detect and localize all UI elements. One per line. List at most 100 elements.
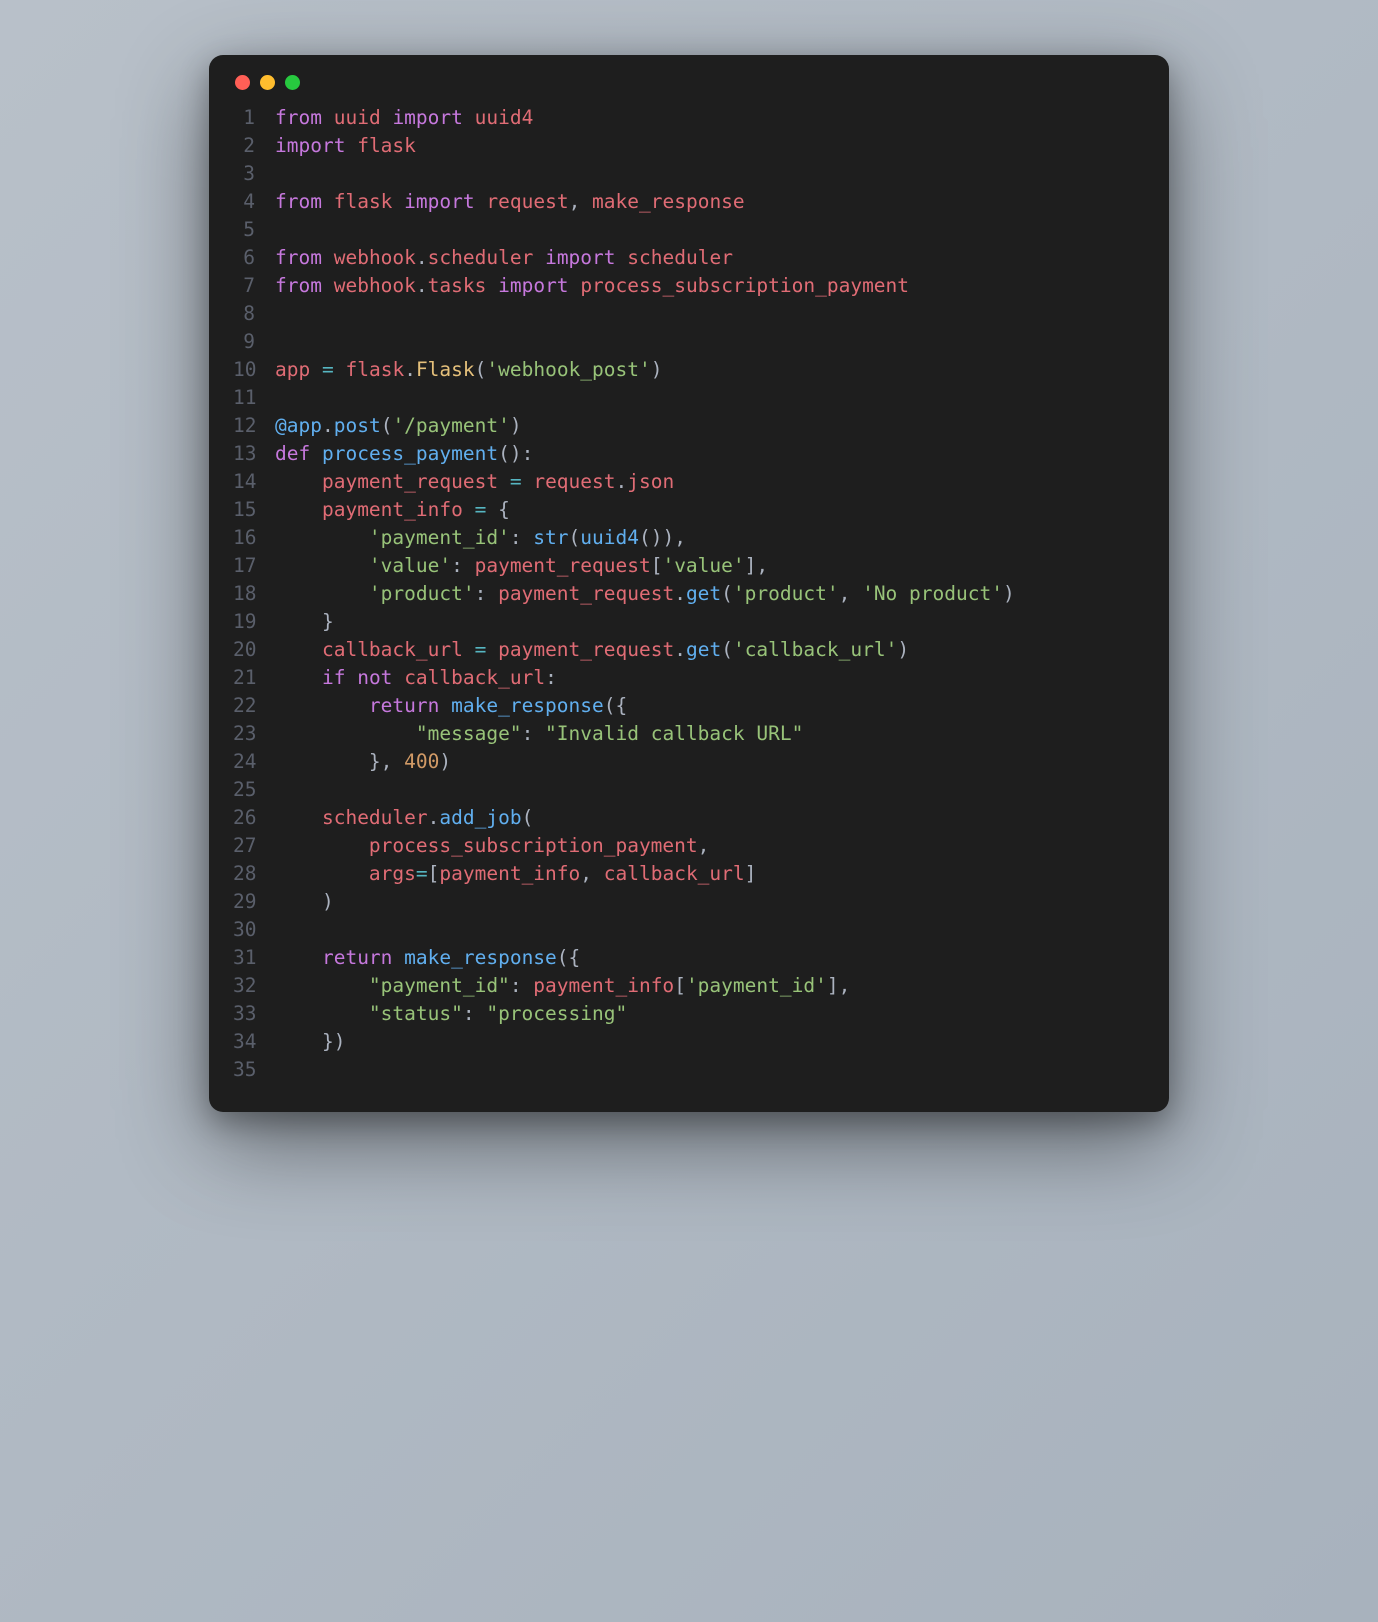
code-line[interactable]: 'payment_id': str(uuid4()), (275, 524, 1141, 552)
token: from (275, 246, 322, 269)
token: json (627, 470, 674, 493)
token (522, 470, 534, 493)
token: ( (569, 526, 581, 549)
token (392, 946, 404, 969)
token: 'value' (369, 554, 451, 577)
token: 'No product' (862, 582, 1003, 605)
code-line[interactable]: app = flask.Flask('webhook_post') (275, 356, 1141, 384)
code-line[interactable]: process_subscription_payment, (275, 832, 1141, 860)
code-line[interactable]: payment_request = request.json (275, 468, 1141, 496)
token: payment_request (498, 582, 674, 605)
code-content[interactable]: from uuid import uuid4import flask from … (275, 104, 1141, 1084)
token: scheduler (627, 246, 733, 269)
code-line[interactable]: "message": "Invalid callback URL" (275, 720, 1141, 748)
token: uuid4 (475, 106, 534, 129)
token (322, 190, 334, 213)
token: . (428, 806, 440, 829)
line-number: 32 (233, 972, 255, 1000)
line-number: 33 (233, 1000, 255, 1028)
token: ) (439, 750, 451, 773)
code-line[interactable]: payment_info = { (275, 496, 1141, 524)
token: "processing" (486, 1002, 627, 1025)
token: , (580, 862, 603, 885)
token: 'webhook_post' (486, 358, 650, 381)
token: "payment_id" (369, 974, 510, 997)
token: } (275, 610, 334, 633)
code-line[interactable]: from webhook.tasks import process_subscr… (275, 272, 1141, 300)
code-line[interactable]: "status": "processing" (275, 1000, 1141, 1028)
traffic-light-zoom[interactable] (285, 75, 300, 90)
code-line[interactable]: return make_response({ (275, 944, 1141, 972)
code-line[interactable]: } (275, 608, 1141, 636)
token: not (357, 666, 392, 689)
code-line[interactable]: }) (275, 1028, 1141, 1056)
token: 'product' (369, 582, 475, 605)
line-number: 16 (233, 524, 255, 552)
line-number: 14 (233, 468, 255, 496)
code-line[interactable]: from uuid import uuid4 (275, 104, 1141, 132)
code-line[interactable] (275, 384, 1141, 412)
code-line[interactable]: callback_url = payment_request.get('call… (275, 636, 1141, 664)
token: flask (334, 190, 393, 213)
line-number: 25 (233, 776, 255, 804)
code-line[interactable]: if not callback_url: (275, 664, 1141, 692)
code-line[interactable]: from flask import request, make_response (275, 188, 1141, 216)
token: ( (721, 582, 733, 605)
code-line[interactable] (275, 328, 1141, 356)
code-line[interactable]: }, 400) (275, 748, 1141, 776)
token: ( (475, 358, 487, 381)
token: get (686, 582, 721, 605)
token: scheduler (322, 806, 428, 829)
traffic-light-minimize[interactable] (260, 75, 275, 90)
token: callback_url (604, 862, 745, 885)
token: ( (522, 806, 534, 829)
token: [ (674, 974, 686, 997)
token: make_response (404, 946, 557, 969)
code-line[interactable]: ) (275, 888, 1141, 916)
code-line[interactable] (275, 776, 1141, 804)
line-number-gutter: 1234567891011121314151617181920212223242… (233, 104, 275, 1084)
code-line[interactable]: "payment_id": payment_info['payment_id']… (275, 972, 1141, 1000)
code-line[interactable] (275, 300, 1141, 328)
code-line[interactable]: from webhook.scheduler import scheduler (275, 244, 1141, 272)
token: . (404, 358, 416, 381)
token (569, 274, 581, 297)
line-number: 23 (233, 720, 255, 748)
code-line[interactable]: args=[payment_info, callback_url] (275, 860, 1141, 888)
token: flask (345, 358, 404, 381)
token: , (839, 582, 862, 605)
token: : (475, 582, 498, 605)
code-line[interactable]: 'product': payment_request.get('product'… (275, 580, 1141, 608)
code-line[interactable] (275, 160, 1141, 188)
token: webhook (334, 246, 416, 269)
token: process_subscription_payment (369, 834, 698, 857)
token: 'callback_url' (733, 638, 897, 661)
token: : (510, 974, 533, 997)
traffic-light-close[interactable] (235, 75, 250, 90)
line-number: 19 (233, 608, 255, 636)
token: import (392, 106, 462, 129)
code-line[interactable]: scheduler.add_job( (275, 804, 1141, 832)
code-line[interactable]: def process_payment(): (275, 440, 1141, 468)
code-line[interactable]: @app.post('/payment') (275, 412, 1141, 440)
token: ({ (557, 946, 580, 969)
token: . (416, 274, 428, 297)
token: "message" (416, 722, 522, 745)
line-number: 5 (233, 216, 255, 244)
code-line[interactable] (275, 1056, 1141, 1084)
token (381, 106, 393, 129)
code-line[interactable]: import flask (275, 132, 1141, 160)
code-line[interactable] (275, 916, 1141, 944)
code-line[interactable]: return make_response({ (275, 692, 1141, 720)
token (275, 470, 322, 493)
line-number: 3 (233, 160, 255, 188)
token: import (498, 274, 568, 297)
token: [ (651, 554, 663, 577)
code-line[interactable] (275, 216, 1141, 244)
token: uuid4 (580, 526, 639, 549)
token (275, 498, 322, 521)
token: : (463, 1002, 486, 1025)
token: ( (381, 414, 393, 437)
code-line[interactable]: 'value': payment_request['value'], (275, 552, 1141, 580)
token (310, 358, 322, 381)
